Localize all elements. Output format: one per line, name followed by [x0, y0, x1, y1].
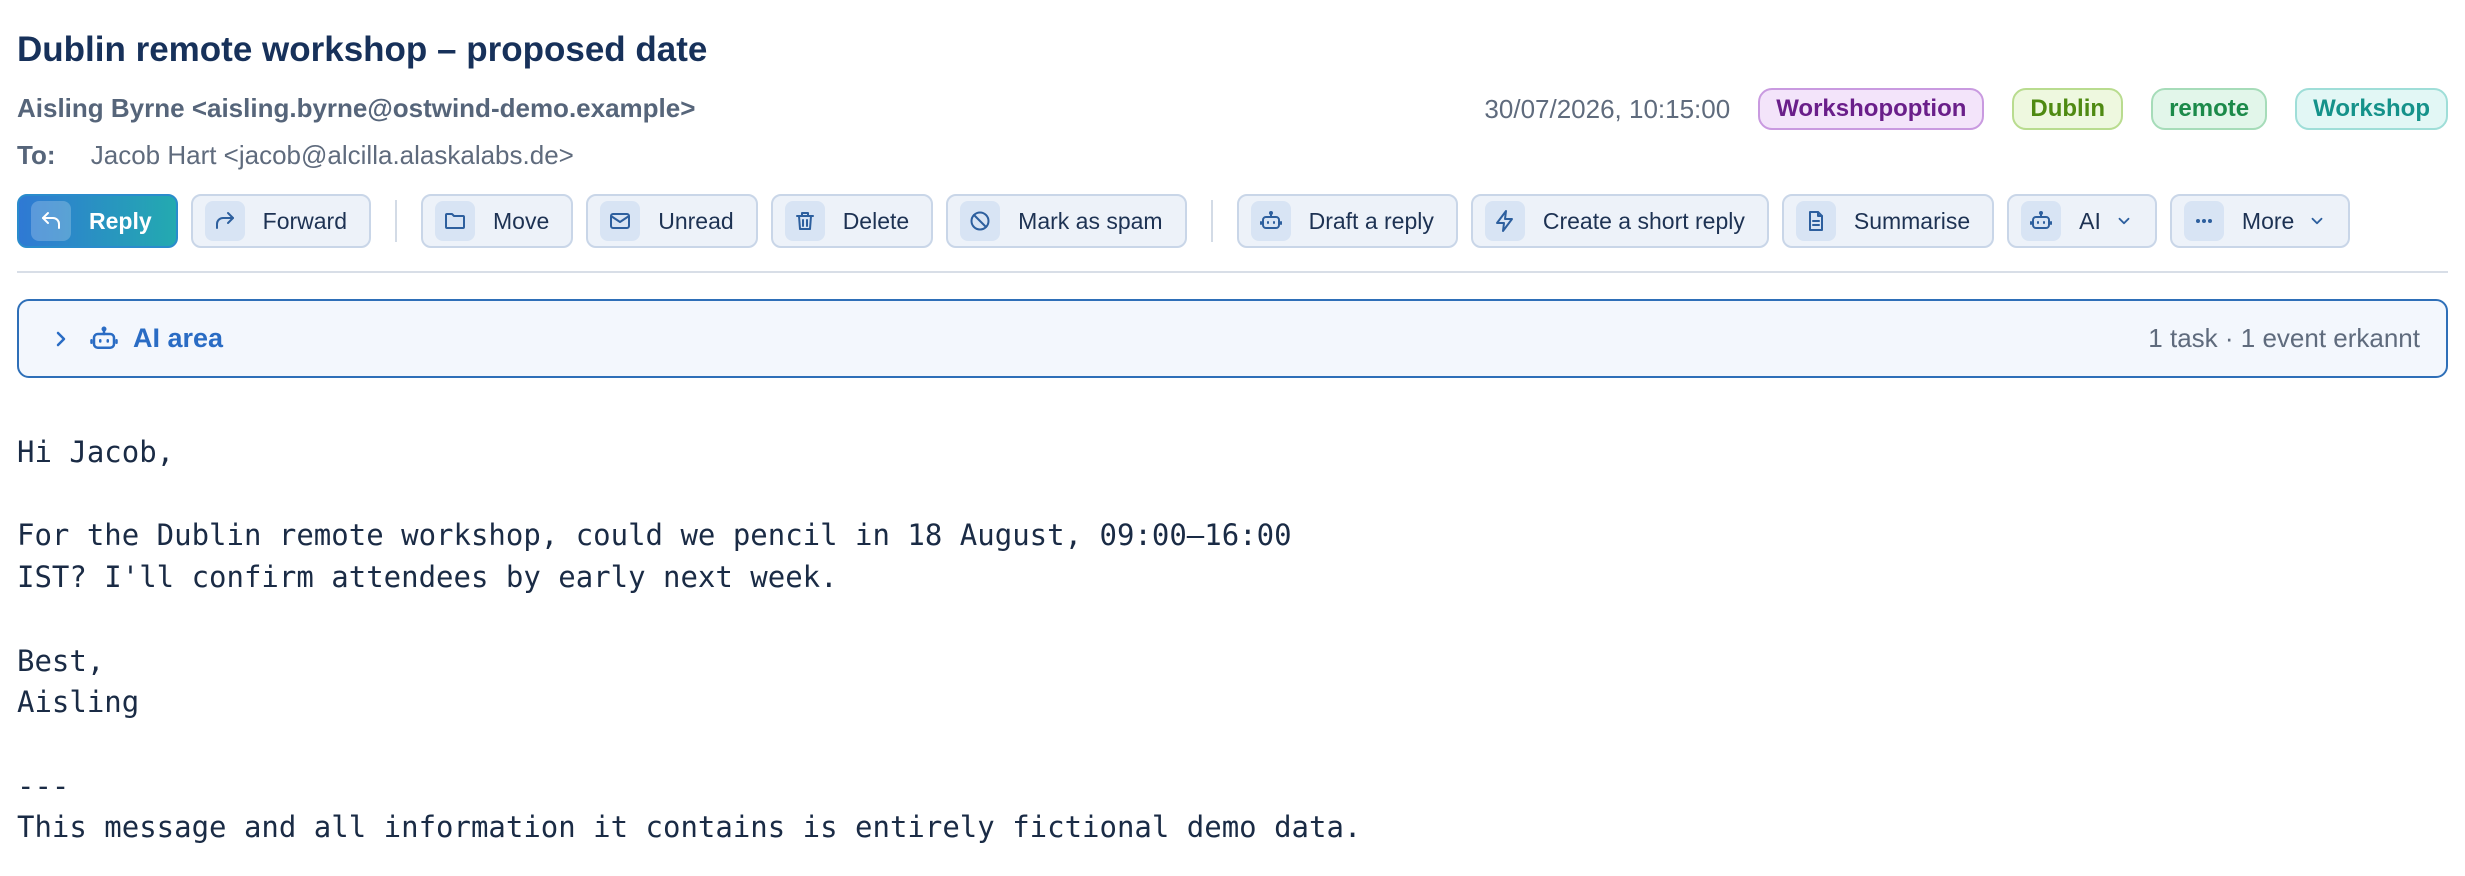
- tag-remote[interactable]: remote: [2151, 88, 2268, 130]
- mark-spam-button[interactable]: Mark as spam: [946, 194, 1187, 248]
- email-recipient[interactable]: Jacob Hart <jacob@alcilla.alaskalabs.de>: [91, 140, 574, 170]
- more-menu-button[interactable]: More: [2169, 194, 2351, 248]
- ellipsis-icon: [2183, 201, 2224, 241]
- robot-icon: [1250, 201, 1291, 241]
- toolbar-separator: [1210, 200, 1213, 242]
- envelope-icon: [600, 201, 641, 241]
- reply-label: Reply: [89, 207, 152, 234]
- document-icon: [1795, 201, 1836, 241]
- unread-button[interactable]: Unread: [586, 194, 758, 248]
- mark-spam-label: Mark as spam: [1018, 207, 1163, 234]
- robot-icon: [90, 326, 118, 349]
- reply-button[interactable]: Reply: [17, 194, 178, 248]
- unread-label: Unread: [658, 207, 734, 234]
- ai-area-status: 1 task · 1 event erkannt: [2148, 323, 2420, 353]
- folder-icon: [435, 201, 475, 241]
- reply-icon: [31, 201, 71, 241]
- tag-workshop[interactable]: Workshop: [2295, 88, 2448, 130]
- delete-label: Delete: [842, 207, 910, 234]
- draft-reply-label: Draft a reply: [1308, 207, 1434, 234]
- header-divider: [17, 271, 2448, 273]
- chevron-down-icon: [2308, 212, 2326, 230]
- delete-button[interactable]: Delete: [770, 194, 934, 248]
- block-icon: [960, 201, 1001, 241]
- ai-menu-label: AI: [2079, 207, 2101, 234]
- ai-area-title: AI area: [133, 323, 224, 353]
- ai-area-panel[interactable]: AI area 1 task · 1 event erkannt: [17, 299, 2448, 378]
- trash-icon: [784, 201, 825, 241]
- lightning-icon: [1484, 201, 1525, 241]
- ai-menu-button[interactable]: AI: [2007, 194, 2157, 248]
- email-recipient-row: To: Jacob Hart <jacob@alcilla.alaskalabs…: [17, 140, 574, 171]
- forward-button[interactable]: Forward: [190, 194, 371, 248]
- move-button[interactable]: Move: [421, 194, 574, 248]
- summarise-label: Summarise: [1853, 207, 1971, 234]
- to-label: To:: [17, 140, 56, 170]
- move-label: Move: [493, 207, 550, 234]
- more-menu-label: More: [2241, 207, 2295, 234]
- short-reply-button[interactable]: Create a short reply: [1470, 194, 1769, 248]
- tag-dublin[interactable]: Dublin: [2012, 88, 2124, 130]
- email-body: Hi Jacob, For the Dublin remote workshop…: [17, 435, 1362, 845]
- email-date: 30/07/2026, 10:15:00: [1484, 93, 1731, 124]
- summarise-button[interactable]: Summarise: [1781, 194, 1995, 248]
- toolbar-separator: [395, 200, 397, 242]
- tag-workshopoption[interactable]: Workshopoption: [1758, 88, 1985, 130]
- chevron-down-icon: [2115, 212, 2133, 230]
- robot-icon: [2021, 201, 2062, 241]
- chevron-right-icon: [56, 331, 66, 346]
- email-sender[interactable]: Aisling Byrne <aisling.byrne@ostwind-dem…: [17, 93, 695, 124]
- short-reply-label: Create a short reply: [1542, 207, 1745, 234]
- forward-icon: [204, 201, 245, 241]
- draft-reply-button[interactable]: Draft a reply: [1236, 194, 1458, 248]
- email-subject: Dublin remote workshop – proposed date: [17, 30, 708, 69]
- email-toolbar: Reply Forward Move Unread Delete Mark as…: [17, 194, 2363, 248]
- forward-label: Forward: [262, 207, 347, 234]
- email-meta: 30/07/2026, 10:15:00 Workshopoption Dubl…: [1484, 88, 2448, 130]
